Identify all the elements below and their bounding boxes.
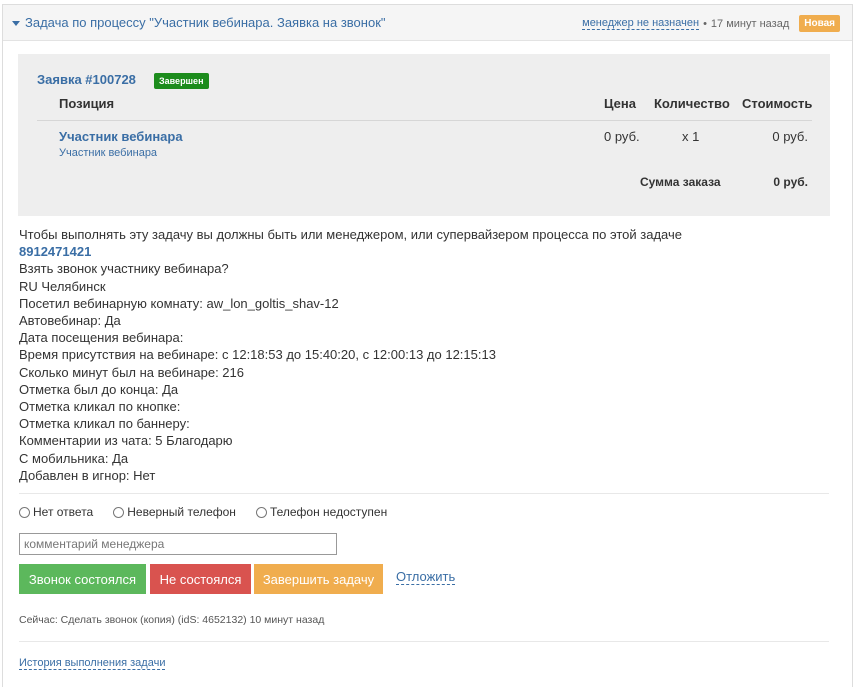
task-info: Чтобы выполнять эту задачу вы должны быт…	[19, 226, 682, 484]
radio-wrong-phone[interactable]: Неверный телефон	[113, 505, 236, 519]
postpone-link[interactable]: Отложить	[396, 570, 456, 585]
info-line: Добавлен в игнор: Нет	[19, 467, 156, 483]
manager-link[interactable]: менеджер не назначен	[582, 17, 700, 30]
phone-link[interactable]: 8912471421	[19, 243, 682, 260]
column-quantity: Количество	[654, 96, 730, 111]
radio-no-answer[interactable]: Нет ответа	[19, 505, 93, 519]
info-line: Взять звонок участнику вебинара?	[19, 261, 229, 277]
item-price: 0 руб.	[604, 129, 640, 144]
caret-down-icon	[12, 20, 20, 26]
radio-label: Телефон недоступен	[269, 505, 388, 519]
divider	[19, 641, 829, 642]
radio-label: Нет ответа	[33, 505, 94, 519]
call-done-button[interactable]: Звонок состоялся	[19, 564, 146, 594]
order-box: Заявка #100728 Завершен Позиция Цена Кол…	[18, 54, 830, 216]
info-line: RU Челябинск	[19, 278, 106, 294]
column-position: Позиция	[59, 96, 115, 111]
order-title-link[interactable]: Заявка #100728	[37, 72, 136, 87]
current-step-text: Сейчас: Сделать звонок (копия) (idS: 465…	[19, 614, 325, 626]
item-quantity: x 1	[682, 129, 700, 144]
info-line: Автовебинар: Да	[19, 313, 121, 329]
manager-comment-input[interactable]	[19, 533, 337, 555]
radio-phone-unavailable[interactable]: Телефон недоступен	[255, 505, 388, 519]
column-price: Цена	[604, 96, 636, 111]
meta-separator: •	[703, 17, 707, 30]
item-cost: 0 руб.	[772, 129, 808, 144]
info-line: Отметка был до конца: Да	[19, 381, 179, 397]
info-line: С мобильника: Да	[19, 450, 129, 466]
info-line: Сколько минут был на вебинаре: 216	[19, 364, 244, 380]
divider	[19, 493, 829, 494]
permission-warning: Чтобы выполнять эту задачу вы должны быт…	[19, 227, 682, 242]
order-sum-label: Сумма заказа	[640, 175, 721, 189]
info-line: Время присутствия на вебинаре: с 12:18:5…	[19, 347, 496, 363]
item-subtitle: Участник вебинара	[59, 147, 158, 159]
task-time: 17 минут назад	[710, 17, 790, 30]
item-name-link[interactable]: Участник вебинара	[59, 129, 183, 144]
call-result-options: Нет ответа Неверный телефон Телефон недо…	[19, 505, 407, 519]
order-status-badge: Завершен	[154, 73, 209, 89]
task-history-link[interactable]: История выполнения задачи	[19, 657, 166, 670]
task-title: Задача по процессу "Участник вебинара. З…	[25, 15, 386, 30]
radio-circle-icon[interactable]	[19, 506, 30, 518]
column-cost: Стоимость	[742, 96, 813, 111]
table-divider	[37, 120, 812, 121]
radio-label: Неверный телефон	[127, 505, 236, 519]
header-meta: менеджер не назначен • 17 минут назад Но…	[582, 15, 840, 32]
call-not-done-button[interactable]: Не состоялся	[150, 564, 251, 594]
info-line: Посетил вебинарную комнату: aw_lon_golti…	[19, 295, 339, 311]
info-line: Отметка кликал по баннеру:	[19, 416, 190, 432]
radio-circle-icon[interactable]	[255, 506, 267, 518]
radio-circle-icon[interactable]	[113, 506, 125, 518]
info-line: Дата посещения вебинара:	[19, 330, 184, 346]
finish-task-button[interactable]: Завершить задачу	[254, 564, 383, 594]
status-badge-new: Новая	[799, 15, 840, 32]
info-line: Комментарии из чата: 5 Благодарю	[19, 433, 233, 449]
order-sum-value: 0 руб.	[773, 175, 808, 189]
info-line: Отметка кликал по кнопке:	[19, 399, 181, 415]
task-title-toggle[interactable]: Задача по процессу "Участник вебинара. З…	[12, 15, 386, 30]
task-header: Задача по процессу "Участник вебинара. З…	[3, 5, 852, 41]
